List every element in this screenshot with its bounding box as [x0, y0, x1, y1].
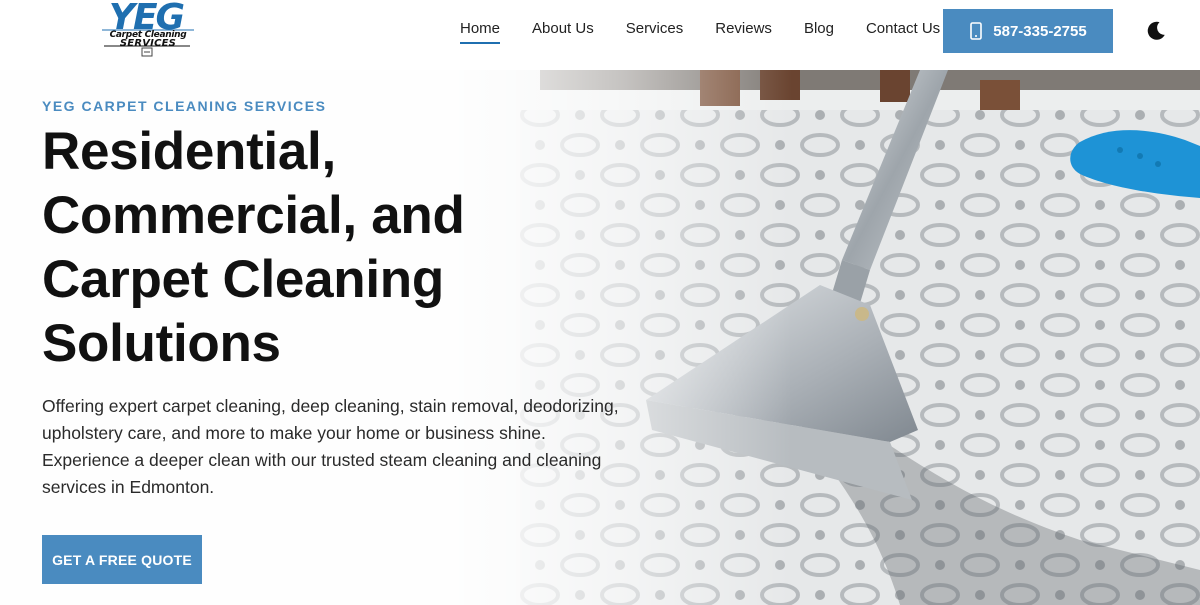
site-header: YEG Carpet Cleaning SERVICES Home About … [0, 0, 1200, 70]
hero-headline: Residential, Commercial, and Carpet Clea… [42, 120, 602, 376]
nav-blog[interactable]: Blog [804, 19, 834, 44]
headline-line-2: Commercial, and [42, 186, 465, 245]
moon-icon [1147, 21, 1165, 40]
nav-home[interactable]: Home [460, 19, 501, 44]
nav-contact-us[interactable]: Contact Us [866, 19, 940, 44]
phone-call-button[interactable]: 587-335-2755 [943, 9, 1113, 53]
logo-line-2: SERVICES [119, 38, 177, 49]
nav-reviews[interactable]: Reviews [715, 19, 772, 44]
headline-line-4: Solutions [42, 314, 281, 373]
headline-line-1: Residential, [42, 122, 336, 181]
dark-mode-toggle[interactable] [1144, 19, 1168, 43]
headline-line-3: Carpet Cleaning [42, 250, 444, 309]
site-logo[interactable]: YEG Carpet Cleaning SERVICES [100, 0, 196, 58]
main-nav: Home About Us Services Reviews Blog Cont… [460, 0, 972, 62]
get-free-quote-button[interactable]: GET A FREE QUOTE [42, 535, 202, 584]
nav-about-us[interactable]: About Us [532, 19, 594, 44]
hero-description: Offering expert carpet cleaning, deep cl… [42, 396, 619, 497]
phone-number-label: 587-335-2755 [993, 22, 1087, 40]
nav-services[interactable]: Services [626, 19, 684, 44]
hero-section: YEG CARPET CLEANING SERVICES Residential… [0, 70, 1200, 605]
hero-eyebrow: YEG CARPET CLEANING SERVICES [42, 98, 327, 114]
mobile-phone-icon [969, 22, 983, 40]
